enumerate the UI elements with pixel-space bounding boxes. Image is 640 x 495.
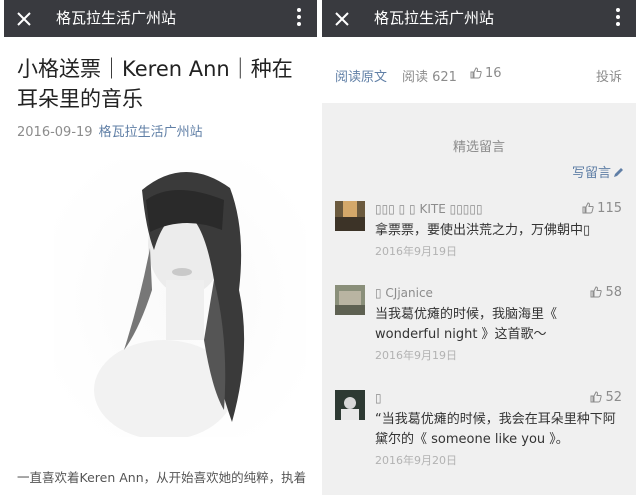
featured-comments-title: 精选留言 [452, 140, 505, 155]
top-bar: 格瓦拉生活广州站 [4, 0, 317, 37]
like-count: 16 [485, 66, 502, 81]
read-original-link[interactable]: 阅读原文 [335, 66, 387, 85]
like-button[interactable]: 16 [470, 66, 502, 81]
comment-date: 2016年9月19日 [375, 245, 457, 258]
article-date: 2016-09-19 [17, 125, 93, 140]
commenter-name: ▯▯▯ ▯ ▯ KITE ▯▯▯▯▯ [375, 202, 483, 216]
article-account-link[interactable]: 格瓦拉生活广州站 [99, 125, 203, 140]
commenter-avatar [335, 285, 365, 315]
article-title: 小格送票｜Keren Ann｜种在耳朵里的音乐 [17, 57, 293, 111]
comment-item: ▯▯▯ ▯ ▯ KITE ▯▯▯▯▯ 115 拿票票，要使出洪荒之力，万佛朝中▯… [322, 201, 636, 276]
thumbs-up-icon [582, 202, 594, 214]
more-vertical-icon[interactable] [616, 8, 620, 28]
thumbs-up-icon [470, 67, 482, 79]
comment-item: ▯ 52 “当我葛优瘫的时候，我会在耳朵里种下阿黛尔的《 someone lik… [322, 390, 636, 467]
close-icon[interactable] [16, 11, 32, 27]
comment-date: 2016年9月20日 [375, 454, 457, 467]
write-comment-button[interactable]: 写留言 [572, 162, 624, 181]
comment-date: 2016年9月19日 [375, 349, 457, 362]
commenter-avatar [335, 201, 365, 231]
read-count: 阅读 621 [402, 70, 457, 85]
article-stats-bar: 阅读原文 阅读 621 16 投诉 [322, 37, 636, 103]
comment-item: ▯ CJjanice 58 当我葛优瘫的时候，我脑海里《 wonderful n… [322, 285, 636, 362]
comment-like-count: 58 [605, 285, 622, 300]
write-comment-label: 写留言 [571, 166, 611, 181]
comment-text: “当我葛优瘫的时候，我会在耳朵里种下阿黛尔的《 someone like you… [375, 412, 616, 447]
commenter-name: ▯ [375, 391, 382, 405]
comment-like-count: 52 [605, 390, 622, 405]
report-link[interactable]: 投诉 [596, 66, 622, 85]
account-title: 格瓦拉生活广州站 [56, 9, 177, 27]
thumbs-up-icon [590, 391, 603, 403]
comment-text: 拿票票，要使出洪荒之力，万佛朝中▯ [375, 223, 591, 238]
thumbs-up-icon [590, 286, 603, 298]
top-bar: 格瓦拉生活广州站 [322, 0, 636, 37]
comment-like-button[interactable]: 52 [590, 390, 622, 405]
article-body-preview: 一直喜欢着Keren Ann，从开始喜欢她的纯粹，执着 [17, 470, 307, 485]
commenter-avatar [335, 390, 365, 420]
more-vertical-icon[interactable] [297, 8, 301, 28]
close-icon[interactable] [334, 11, 350, 27]
article-meta: 2016-09-19 格瓦拉生活广州站 [17, 121, 203, 140]
commenter-name: ▯ CJjanice [375, 286, 433, 300]
account-title: 格瓦拉生活广州站 [374, 9, 495, 27]
article-photo [54, 160, 306, 437]
pencil-icon [614, 168, 623, 177]
article-panel: 格瓦拉生活广州站 小格送票｜Keren Ann｜种在耳朵里的音乐 2016-09… [4, 0, 317, 495]
comment-like-button[interactable]: 115 [582, 201, 622, 216]
comment-text: 当我葛优瘫的时候，我脑海里《 wonderful night 》这首歌～ [375, 307, 558, 342]
comments-panel: 格瓦拉生活广州站 阅读原文 阅读 621 16 投诉 精选留言 写留言 ▯▯▯ … [322, 0, 636, 495]
comment-like-button[interactable]: 58 [590, 285, 622, 300]
comment-like-count: 115 [597, 201, 622, 216]
